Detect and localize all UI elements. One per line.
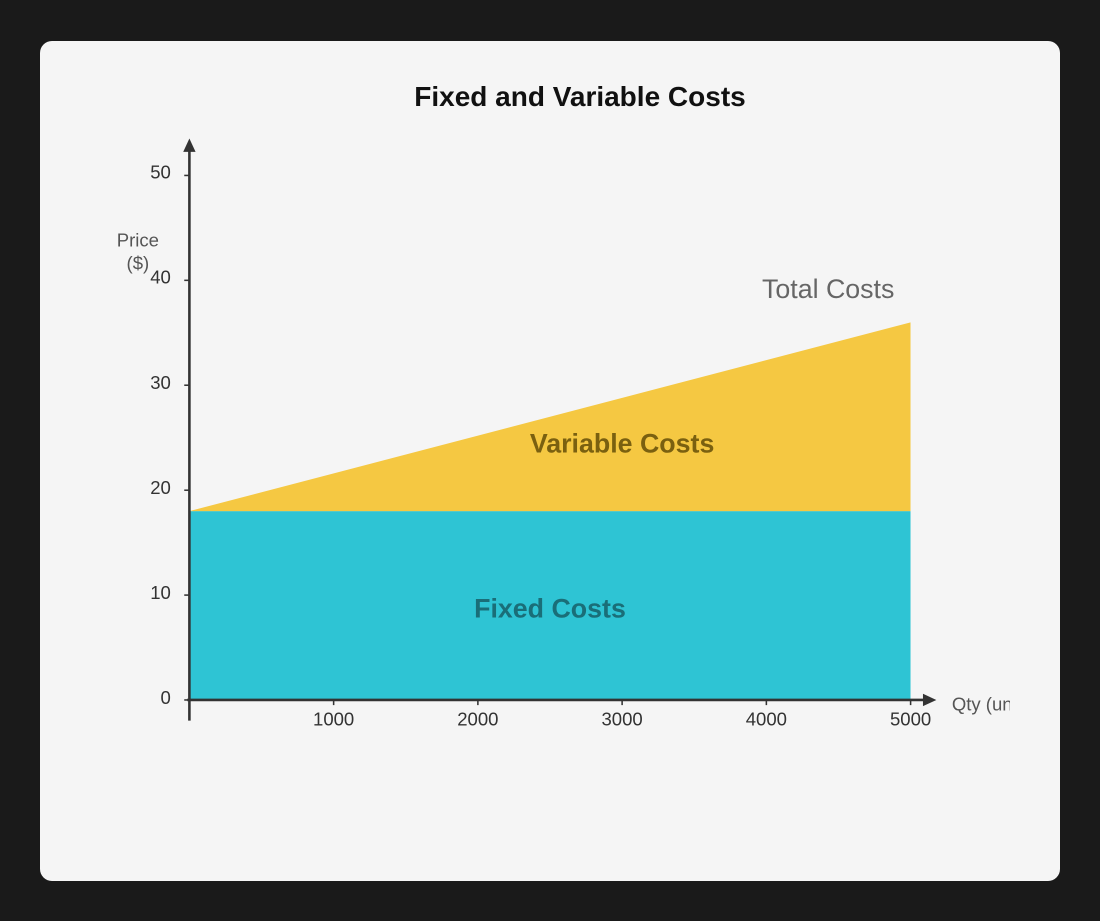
total-costs-label: Total Costs [762,274,894,304]
y-label-30: 30 [150,371,171,392]
y-label-10: 10 [150,582,171,603]
chart-card: Fixed and Variable Costs [40,41,1060,881]
x-label-2000: 2000 [457,708,498,729]
x-label-5000: 5000 [890,708,931,729]
chart-title: Fixed and Variable Costs [150,81,1010,113]
y-label-0: 0 [161,687,171,708]
x-label-1000: 1000 [313,708,354,729]
x-axis-arrow [923,693,936,705]
y-axis-label-unit: ($) [127,252,150,273]
y-axis-label-price: Price [117,229,159,250]
chart-container: Fixed and Variable Costs [90,81,1010,841]
y-label-50: 50 [150,161,171,182]
variable-costs-label: Variable Costs [530,428,714,458]
chart-area: 0 10 20 30 40 50 Price ($) [90,123,1010,803]
x-axis-label: Qty (units) [952,693,1010,714]
x-label-4000: 4000 [746,708,787,729]
y-label-40: 40 [150,266,171,287]
y-label-20: 20 [150,476,171,497]
variable-costs-area [189,322,910,511]
y-axis-arrow [183,138,195,151]
fixed-costs-label: Fixed Costs [474,593,626,623]
chart-svg: 0 10 20 30 40 50 Price ($) [90,123,1010,803]
x-label-3000: 3000 [602,708,643,729]
